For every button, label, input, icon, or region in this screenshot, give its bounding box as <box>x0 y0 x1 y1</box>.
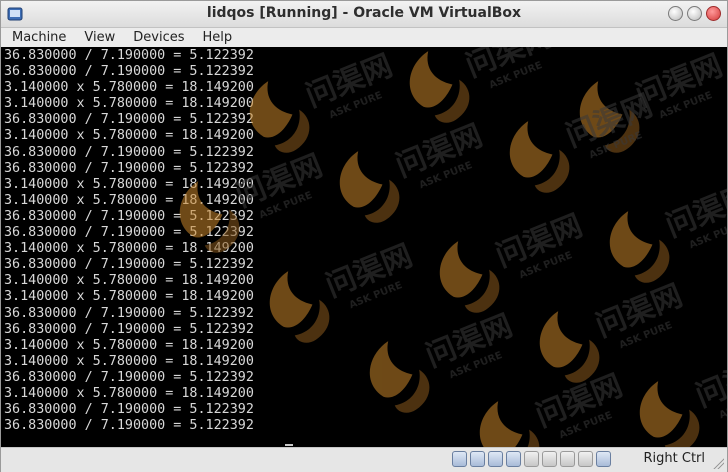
watermark-logo: 问渠网ASK PURE <box>439 208 588 313</box>
watermark-text-en: ASK PURE <box>558 410 614 441</box>
text-cursor <box>285 444 293 446</box>
virtualbox-window: lidqos [Running] - Oracle VM VirtualBox … <box>0 0 728 472</box>
console-line: 3.140000 x 5.780000 = 18.149200 <box>4 241 254 257</box>
menu-machine[interactable]: Machine <box>1 30 73 45</box>
watermark-text-cn: 问渠网 <box>301 48 398 114</box>
console-line: 36.830000 / 7.190000 = 5.122392 <box>4 321 254 337</box>
usb-icon[interactable] <box>488 451 503 467</box>
console-line: 36.830000 / 7.190000 = 5.122392 <box>4 64 254 80</box>
watermark-text-en: ASK PURE <box>618 320 674 351</box>
console-line: 36.830000 / 7.190000 = 5.122392 <box>4 208 254 224</box>
menu-devices[interactable]: Devices <box>122 30 191 45</box>
console-line: 3.140000 x 5.780000 = 18.149200 <box>4 96 254 112</box>
watermark-text-cn: 问渠网 <box>461 47 558 84</box>
console-line: 3.140000 x 5.780000 = 18.149200 <box>4 192 254 208</box>
watermark-text-cn: 问渠网 <box>661 178 727 244</box>
watermark-text-cn: 问渠网 <box>391 118 488 184</box>
console-output: 36.830000 / 7.190000 = 5.122392 36.83000… <box>4 48 254 434</box>
console-line: 36.830000 / 7.190000 = 5.122392 <box>4 418 254 434</box>
watermark-logo: 问渠网ASK PURE <box>369 308 518 413</box>
watermark-text-cn: 问渠网 <box>491 208 588 274</box>
console-line: 3.140000 x 5.780000 = 18.149200 <box>4 80 254 96</box>
menu-bar: Machine View Devices Help <box>1 28 727 47</box>
watermark-logo: 问渠网ASK PURE <box>249 48 398 153</box>
watermark-text-en: ASK PURE <box>348 280 404 311</box>
display-icon[interactable] <box>542 451 557 467</box>
console-line: 36.830000 / 7.190000 = 5.122392 <box>4 144 254 160</box>
window-title: lidqos [Running] - Oracle VM VirtualBox <box>206 5 522 21</box>
watermark-text-en: ASK PURE <box>448 350 504 381</box>
host-key-label: Right Ctrl <box>643 451 706 466</box>
watermark-text-en: ASK PURE <box>688 220 727 251</box>
console-line: 3.140000 x 5.780000 = 18.149200 <box>4 176 254 192</box>
watermark-text-cn: 问渠网 <box>591 278 688 344</box>
mouse-integration-icon[interactable] <box>578 451 593 467</box>
watermark-text-cn: 问渠网 <box>321 238 418 304</box>
watermark-logo: 问渠网ASK PURE <box>609 178 727 283</box>
console-line: 3.140000 x 5.780000 = 18.149200 <box>4 337 254 353</box>
console-line: 3.140000 x 5.780000 = 18.149200 <box>4 273 254 289</box>
watermark-logo: 问渠网ASK PURE <box>339 118 488 223</box>
watermark-text-cn: 问渠网 <box>531 368 628 434</box>
menu-help[interactable]: Help <box>192 30 240 45</box>
watermark-logo: 问渠网ASK PURE <box>409 47 558 123</box>
host-key-arrow-icon <box>596 451 611 467</box>
title-bar[interactable]: lidqos [Running] - Oracle VM VirtualBox <box>1 1 727 28</box>
console-line: 36.830000 / 7.190000 = 5.122392 <box>4 369 254 385</box>
console-line: 3.140000 x 5.780000 = 18.149200 <box>4 385 254 401</box>
watermark-text-cn: 问渠网 <box>421 308 518 374</box>
optical-drive-icon[interactable] <box>470 451 485 467</box>
watermark-text-en: ASK PURE <box>518 250 574 281</box>
menu-view[interactable]: View <box>73 30 122 45</box>
watermark-text-en: ASK PURE <box>488 60 544 91</box>
console-line: 36.830000 / 7.190000 = 5.122392 <box>4 305 254 321</box>
close-button[interactable] <box>706 6 721 21</box>
console-line: 36.830000 / 7.190000 = 5.122392 <box>4 402 254 418</box>
status-bar: Right Ctrl <box>1 447 727 472</box>
watermark-text-en: ASK PURE <box>718 390 727 421</box>
video-capture-icon[interactable] <box>560 451 575 467</box>
minimize-button[interactable] <box>668 6 683 21</box>
maximize-button[interactable] <box>687 6 702 21</box>
console-line: 3.140000 x 5.780000 = 18.149200 <box>4 128 254 144</box>
vm-screen[interactable]: 36.830000 / 7.190000 = 5.122392 36.83000… <box>1 47 727 447</box>
watermark-text-en: ASK PURE <box>418 160 474 191</box>
console-line: 36.830000 / 7.190000 = 5.122392 <box>4 225 254 241</box>
watermark-text-en: ASK PURE <box>328 90 384 121</box>
watermark-logo: 问渠网ASK PURE <box>269 238 418 343</box>
console-line: 3.140000 x 5.780000 = 18.149200 <box>4 353 254 369</box>
console-line: 3.140000 x 5.780000 = 18.149200 <box>4 289 254 305</box>
watermark-text-cn: 问渠网 <box>691 348 727 414</box>
watermark-logo: 问渠网ASK PURE <box>579 48 727 153</box>
watermark-logo: 问渠网ASK PURE <box>509 88 658 193</box>
watermark-text-cn: 问渠网 <box>561 88 658 154</box>
console-line: 36.830000 / 7.190000 = 5.122392 <box>4 257 254 273</box>
resize-grip[interactable] <box>712 457 724 469</box>
console-line: 36.830000 / 7.190000 = 5.122392 <box>4 112 254 128</box>
device-status-icons <box>452 451 611 467</box>
watermark-text-en: ASK PURE <box>588 130 644 161</box>
console-line: 36.830000 / 7.190000 = 5.122392 <box>4 160 254 176</box>
watermark-text-en: ASK PURE <box>258 190 314 221</box>
watermark-logo: 问渠网ASK PURE <box>539 278 688 383</box>
watermark-text-cn: 问渠网 <box>631 48 727 114</box>
console-line: 36.830000 / 7.190000 = 5.122392 <box>4 48 254 63</box>
hard-disk-icon[interactable] <box>452 451 467 467</box>
watermark-logo: 问渠网ASK PURE <box>479 368 628 447</box>
window-controls <box>668 6 721 21</box>
watermark-text-en: ASK PURE <box>658 90 714 121</box>
shared-folder-icon[interactable] <box>524 451 539 467</box>
watermark-logo: 问渠网ASK PURE <box>639 348 727 447</box>
network-icon[interactable] <box>506 451 521 467</box>
